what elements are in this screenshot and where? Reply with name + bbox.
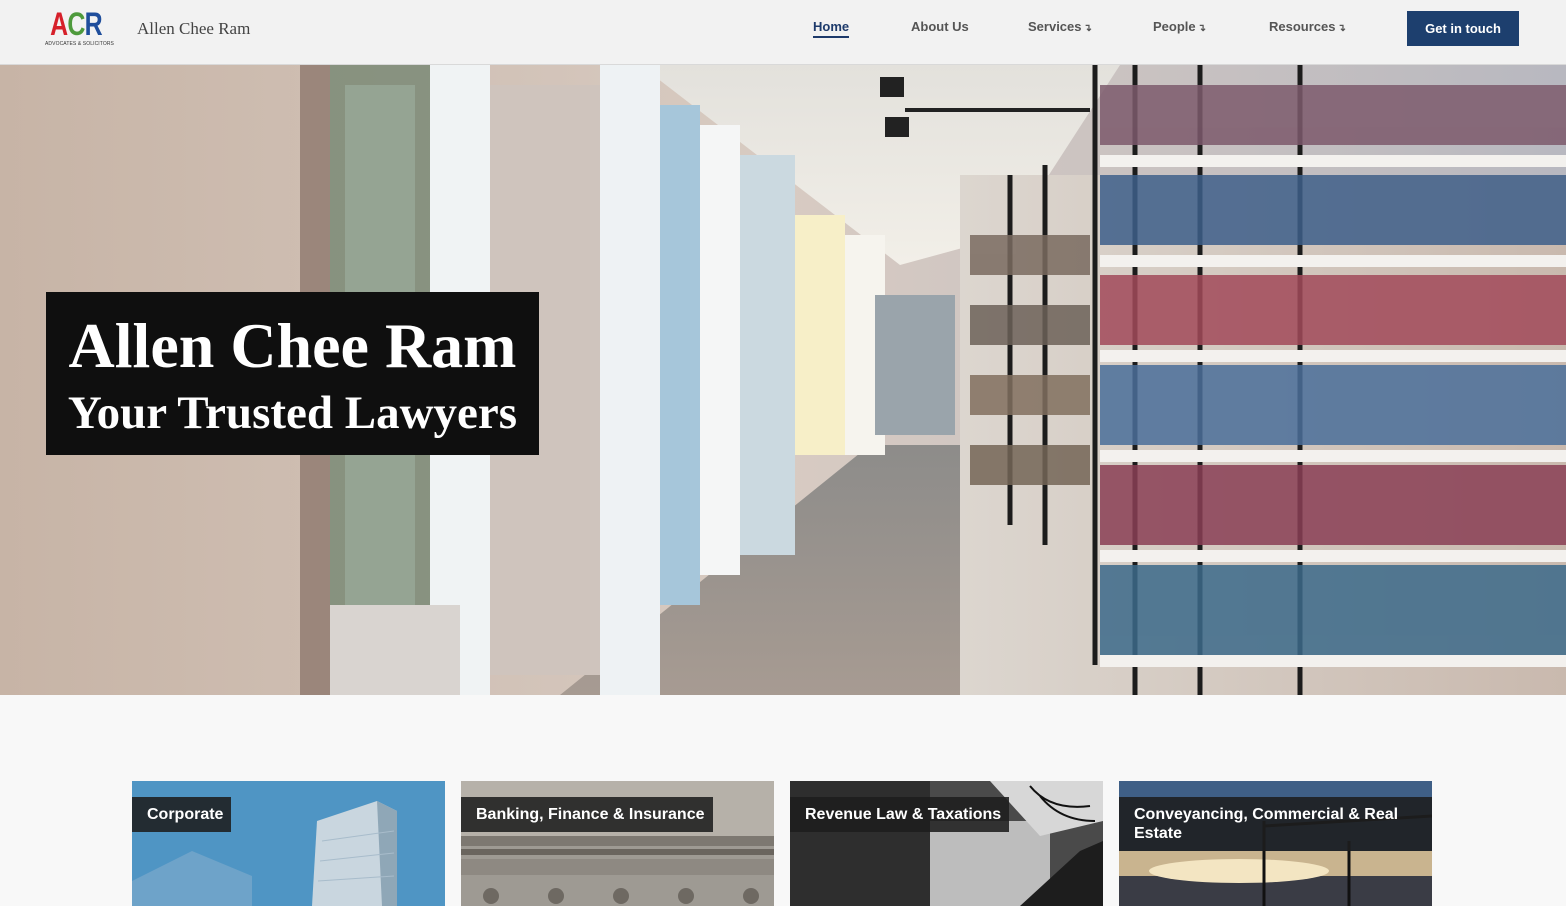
- practice-card-label: Conveyancing, Commercial & Real Estate: [1119, 797, 1432, 851]
- hero-title-box: Allen Chee Ram Your Trusted Lawyers: [46, 292, 539, 455]
- nav-resources-label: Resources: [1269, 19, 1336, 34]
- site-header: A C R ADVOCATES & SOLICITORS Allen Chee …: [0, 0, 1566, 65]
- get-in-touch-button[interactable]: Get in touch: [1407, 11, 1519, 46]
- arrow-down-right-icon: ↴: [1083, 23, 1092, 34]
- arrow-down-right-icon: ↴: [1337, 23, 1346, 34]
- hero-banner: Allen Chee Ram Your Trusted Lawyers: [0, 65, 1566, 695]
- nav-resources[interactable]: Resources ↴: [1269, 19, 1346, 34]
- practice-card-label: Corporate: [132, 797, 232, 832]
- nav-people-label: People: [1153, 19, 1196, 34]
- nav-home[interactable]: Home: [813, 19, 850, 38]
- nav-services[interactable]: Services ↴: [1028, 19, 1092, 34]
- main-nav: Home About Us Services ↴ People ↴ Resource…: [0, 19, 1566, 39]
- hero-subtitle: Your Trusted Lawyers: [67, 387, 518, 439]
- nav-home-label: Home: [813, 19, 850, 34]
- arrow-down-right-icon: ↴: [1197, 23, 1207, 34]
- practice-areas-section: Corporate Banking, Finance & Insurance R…: [0, 695, 1566, 906]
- practice-card-label: Banking, Finance & Insurance: [461, 797, 713, 832]
- practice-card-corporate[interactable]: Corporate: [132, 781, 445, 906]
- hero-title: Allen Chee Ram: [68, 310, 517, 381]
- practice-card-conveyancing[interactable]: Conveyancing, Commercial & Real Estate: [1119, 781, 1432, 906]
- nav-about-us-label: About Us: [911, 19, 969, 34]
- practice-card-banking[interactable]: Banking, Finance & Insurance: [461, 781, 774, 906]
- practice-card-label: Revenue Law & Taxations: [790, 797, 1010, 832]
- nav-services-label: Services: [1028, 19, 1082, 34]
- practice-card-revenue-law[interactable]: Revenue Law & Taxations: [790, 781, 1103, 906]
- nav-people[interactable]: People ↴: [1153, 19, 1206, 34]
- nav-about-us[interactable]: About Us: [911, 19, 969, 34]
